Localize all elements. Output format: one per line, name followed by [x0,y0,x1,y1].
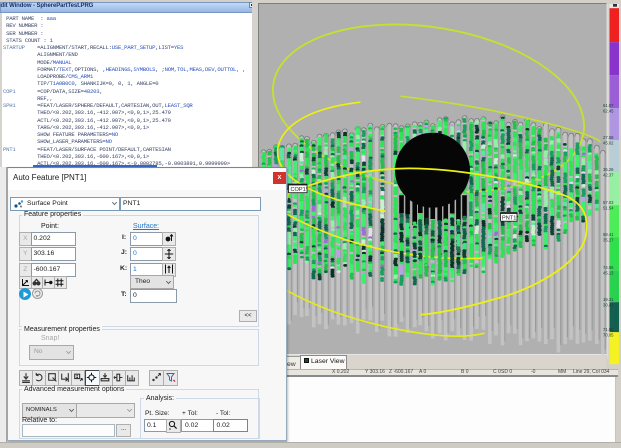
svg-text:74.56: 74.56 [603,265,614,270]
svg-text:42.37: 42.37 [603,172,614,177]
svg-text:35.26: 35.26 [603,167,614,172]
svg-text:30.41: 30.41 [603,302,614,307]
svg-text:19.31: 19.31 [603,297,614,302]
svg-text:35.27: 35.27 [603,237,614,242]
svg-text:45.02: 45.02 [603,140,614,145]
svg-text:45.13: 45.13 [603,270,614,275]
svg-text:51.54: 51.54 [603,205,614,210]
svg-text:57.03: 57.03 [603,200,614,205]
svg-text:COP1*: COP1* [290,187,308,193]
svg-text:58.41: 58.41 [603,232,614,237]
svg-text:71.92: 71.92 [603,327,614,332]
svg-text:62.45: 62.45 [603,108,614,113]
svg-text:61.07: 61.07 [603,103,614,108]
svg-text:70.05: 70.05 [603,332,614,337]
svg-text:PNT1*: PNT1* [502,215,519,221]
svg-text:27.58: 27.58 [603,135,614,140]
